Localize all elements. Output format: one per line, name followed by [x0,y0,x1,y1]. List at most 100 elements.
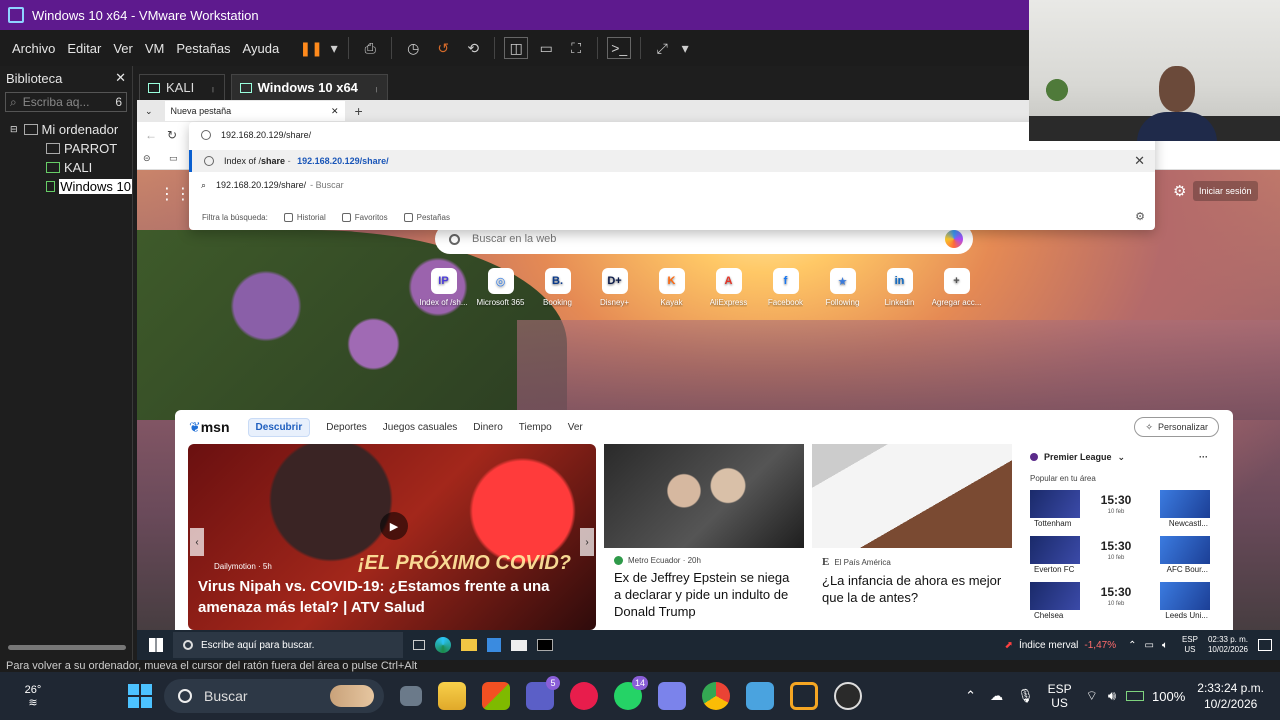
tab-windows-10[interactable]: Windows 10 x64 ╷ [230,74,389,100]
host-language[interactable]: ESP US [1048,682,1072,710]
host-search-input[interactable]: Buscar [164,679,384,713]
tree-item-parrot[interactable]: PARROT [0,139,132,158]
library-scrollbar[interactable] [8,645,126,650]
filter-historial[interactable]: Historial [283,212,326,222]
carousel-next-icon[interactable]: › [580,528,594,556]
edge-tab-new[interactable]: Nueva pestaña ✕ [164,101,345,121]
match-row[interactable]: 15:30 10 feb Chelsea Leeds Uni... [1028,580,1212,624]
tab-close-icon[interactable]: ╷ [374,82,379,93]
suggestion-history[interactable]: Index of / share - 192.168.20.129/share/… [189,150,1155,172]
filter-favoritos[interactable]: Favoritos [341,212,388,222]
address-input[interactable]: 192.168.20.129/share/ [189,124,1155,146]
news-card[interactable]: Metro Ecuador · 20h Ex de Jeffrey Epstei… [604,444,804,630]
revert-snapshot-icon[interactable]: ↺ [431,37,455,59]
tab-close-icon[interactable]: ╷ [210,82,215,93]
nav-tiempo[interactable]: Tiempo [519,422,552,433]
microphone-icon[interactable]: 🎙︎ [1017,688,1034,704]
match-row[interactable]: 15:30 10 feb Tottenham Newcastl... [1028,488,1212,532]
snapshot-icon[interactable]: ◷ [401,37,425,59]
back-icon[interactable]: ← [145,128,157,142]
stretch-dropdown-icon[interactable]: ▾ [680,37,690,59]
suggestion-settings-icon[interactable]: ⚙ [1135,210,1145,223]
file-explorer-icon[interactable] [438,682,466,710]
task-view-icon[interactable] [400,686,422,706]
nav-ver[interactable]: Ver [568,422,583,433]
tab-kali[interactable]: KALI ╷ [139,74,225,100]
suggestion-search[interactable]: ⌕ 192.168.20.129/share/ - Buscar [189,174,1155,196]
tree-item-mi-ordenador[interactable]: ⊟ Mi ordenador [0,120,132,139]
guest-search-input[interactable]: Escribe aquí para buscar. [173,632,403,658]
menu-archivo[interactable]: Archivo [6,41,61,56]
notepad-icon[interactable] [746,682,774,710]
send-ctrl-alt-del-icon[interactable]: ⎙ [358,37,382,59]
menu-ver[interactable]: Ver [107,41,139,56]
card-title[interactable]: ¿La infancia de ahora es mejor que la de… [812,572,1012,606]
chevron-down-icon[interactable]: ⌄ [1118,452,1126,463]
quick-link[interactable]: ★ Following [814,268,871,312]
wifi-icon[interactable]: ⌔ [1086,688,1098,704]
signin-button[interactable]: Iniciar sesión [1193,181,1258,201]
mail-icon[interactable] [511,639,527,651]
quick-link[interactable]: ◎ Microsoft 365 [472,268,529,312]
windows-start-icon[interactable] [128,684,152,708]
personalize-button[interactable]: ✧ Personalizar [1134,417,1219,437]
new-tab-icon[interactable]: + [355,103,363,119]
store-icon[interactable] [482,682,510,710]
battery-icon[interactable] [1126,691,1145,701]
copilot-icon[interactable] [945,230,963,248]
carousel-prev-icon[interactable]: ‹ [190,528,204,556]
menu-editar[interactable]: Editar [61,41,107,56]
quick-link[interactable]: in Linkedin [871,268,928,312]
remove-suggestion-icon[interactable]: ✕ [1134,153,1145,169]
guest-screen[interactable]: ⌄ Nueva pestaña ✕ + ← ↻ ⊝ ▭ ⋮⋮⋮ ⚙ Inicia… [137,100,1280,660]
pause-icon[interactable]: ❚❚ [299,37,323,59]
quick-link[interactable]: D+ Disney+ [586,268,643,312]
network-icon[interactable]: ▭ [1144,640,1153,651]
folder-icon[interactable]: ▭ [169,153,178,164]
settings-gear-icon[interactable]: ⚙ [1173,182,1186,200]
stretch-guest-icon[interactable]: ⤢ [650,37,674,59]
tray-chevron-icon[interactable]: ⌃ [1128,640,1136,651]
market-widget[interactable]: ⬈ Índice merval -1,47% [1005,640,1117,651]
thumbnail-bar-icon[interactable]: ▭ [534,37,558,59]
filter-pestanas[interactable]: Pestañas [403,212,450,222]
nav-descubrir[interactable]: Descubrir [247,417,311,437]
sports-header[interactable]: Premier League ⌄ [1020,444,1220,470]
nav-deportes[interactable]: Deportes [326,422,367,433]
collapse-icon[interactable]: ⊟ [10,124,18,135]
quick-link[interactable]: K Kayak [643,268,700,312]
chrome-icon[interactable] [702,682,730,710]
snapshot-manager-icon[interactable]: ⟲ [461,37,485,59]
favorites-icon[interactable]: ⊝ [143,153,151,164]
terminal-icon[interactable] [537,639,553,651]
store-icon[interactable] [487,638,501,652]
show-library-icon[interactable]: ◫ [504,37,529,59]
quick-link[interactable]: IP Index of /sh... [415,268,472,312]
fullscreen-icon[interactable]: ⛶ [564,37,588,59]
more-options-icon[interactable]: ··· [1199,452,1208,462]
refresh-icon[interactable]: ↻ [167,128,177,142]
card-headline[interactable]: Virus Nipah vs. COVID-19: ¿Estamos frent… [198,576,588,618]
menu-ayuda[interactable]: Ayuda [237,41,286,56]
tree-item-windows-10[interactable]: Windows 10 [0,177,132,196]
card-title[interactable]: Ex de Jeffrey Epstein se niega a declara… [604,569,804,620]
volume-icon[interactable]: 🔊︎ [1108,688,1116,704]
quick-link[interactable]: B. Booking [529,268,586,312]
quick-link[interactable]: + Agregar acc... [928,268,985,312]
nav-juegos[interactable]: Juegos casuales [383,422,458,433]
news-card[interactable]: E El País América ¿La infancia de ahora e… [812,444,1012,630]
msn-logo[interactable]: ❦msn [189,419,230,436]
file-explorer-icon[interactable] [461,639,477,651]
notifications-icon[interactable] [1258,639,1272,651]
console-view-icon[interactable]: >_ [607,37,632,59]
teams-people-icon[interactable] [658,682,686,710]
library-search-input[interactable]: ⌕ Escriba aq... 6 [5,92,127,112]
quick-link[interactable]: f Facebook [757,268,814,312]
pause-dropdown-icon[interactable]: ▾ [329,37,339,59]
media-player-icon[interactable] [570,682,598,710]
weather-widget[interactable]: 26° ≋ [18,684,48,709]
onedrive-icon[interactable]: ☁ [990,688,1003,704]
menu-pestanas[interactable]: Pestañas [170,41,236,56]
library-close-icon[interactable]: ✕ [115,70,126,86]
nav-dinero[interactable]: Dinero [473,422,502,433]
